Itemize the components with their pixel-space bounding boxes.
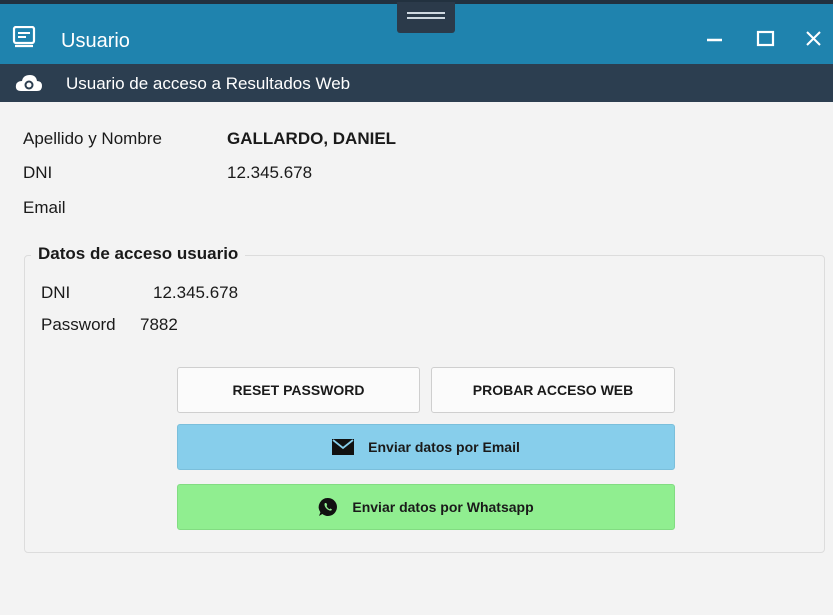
cloud-globe-icon bbox=[15, 75, 42, 91]
subheader-bar: Usuario de acceso a Resultados Web bbox=[0, 64, 833, 102]
send-whatsapp-button[interactable]: Enviar datos por Whatsapp bbox=[177, 484, 675, 530]
maximize-icon[interactable] bbox=[751, 24, 781, 54]
drag-grip-icon[interactable] bbox=[397, 2, 455, 33]
email-label: Email bbox=[23, 198, 66, 217]
test-web-access-button[interactable]: PROBAR ACCESO WEB bbox=[431, 367, 675, 413]
dni-value: 12.345.678 bbox=[227, 163, 313, 182]
send-email-label: Enviar datos por Email bbox=[368, 439, 520, 455]
access-dni-label: DNI bbox=[41, 283, 71, 302]
test-web-access-label: PROBAR ACCESO WEB bbox=[472, 382, 634, 398]
dni-label: DNI bbox=[23, 163, 53, 182]
name-label: Apellido y Nombre bbox=[23, 129, 162, 148]
envelope-icon bbox=[332, 439, 355, 455]
minimize-icon[interactable] bbox=[700, 24, 730, 54]
window-title: Usuario bbox=[61, 30, 130, 52]
send-whatsapp-label: Enviar datos por Whatsapp bbox=[352, 499, 534, 515]
whatsapp-icon bbox=[318, 497, 338, 517]
close-icon[interactable] bbox=[799, 24, 829, 54]
access-dni-value: 12.345.678 bbox=[153, 283, 239, 302]
subheader-text: Usuario de acceso a Resultados Web bbox=[66, 74, 351, 93]
title-bar[interactable]: Usuario bbox=[0, 0, 833, 64]
form-app-icon bbox=[12, 26, 36, 48]
password-value: 7882 bbox=[140, 315, 178, 334]
access-group-title: Datos de acceso usuario bbox=[31, 244, 246, 264]
reset-password-button[interactable]: RESET PASSWORD bbox=[177, 367, 420, 413]
send-email-button[interactable]: Enviar datos por Email bbox=[177, 424, 675, 470]
password-label: Password bbox=[41, 315, 116, 334]
name-value: GALLARDO, DANIEL bbox=[227, 129, 397, 148]
reset-password-label: RESET PASSWORD bbox=[232, 382, 365, 398]
